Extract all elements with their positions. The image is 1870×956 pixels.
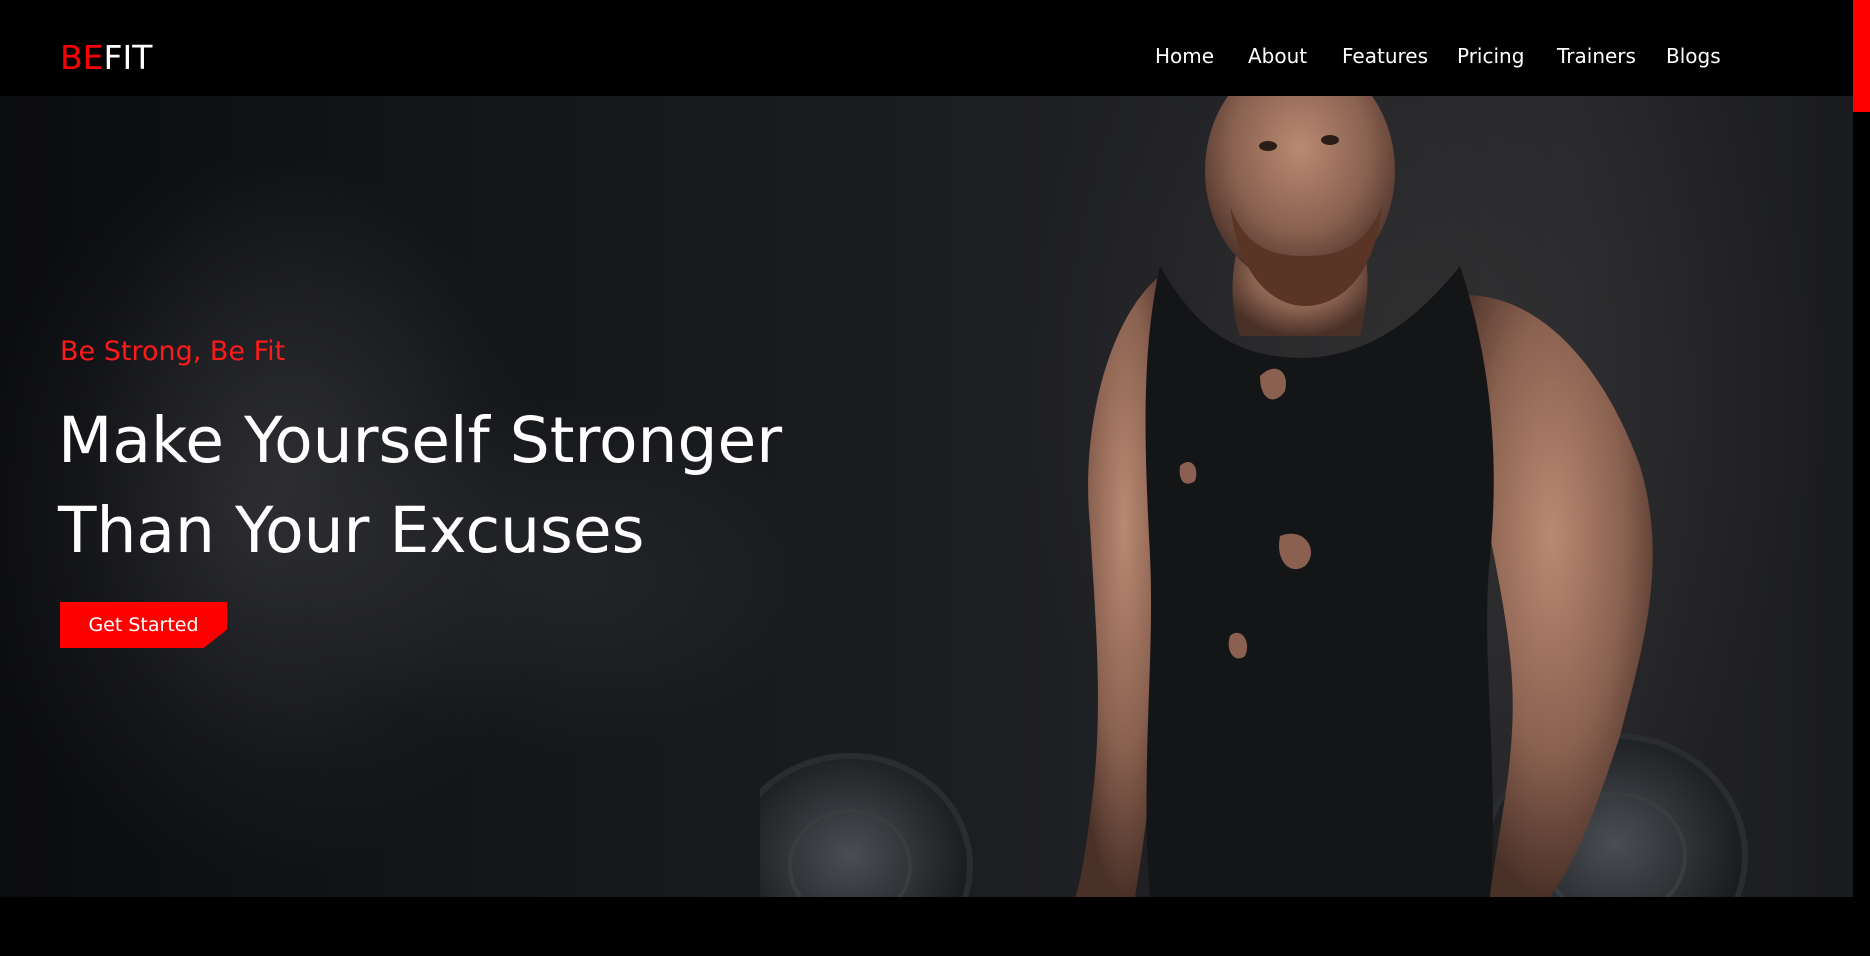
hero-headline-line1: Make Yourself Stronger [58, 404, 783, 477]
nav-link-pricing[interactable]: Pricing [1457, 44, 1524, 68]
nav-link-about[interactable]: About [1248, 44, 1307, 68]
hero-image-athlete [760, 96, 1760, 897]
scrollbar-thumb[interactable] [1853, 0, 1870, 112]
main-nav: Home About Features Pricing Trainers Blo… [0, 44, 1853, 68]
get-started-button[interactable]: Get Started [60, 602, 227, 648]
hero-headline-line2: Than Your Excuses [58, 494, 645, 567]
page-scrollbar[interactable] [1853, 0, 1870, 956]
page: BEFIT Home About Features Pricing Traine… [0, 0, 1870, 956]
nav-link-home[interactable]: Home [1155, 44, 1214, 68]
hero-section: Be Strong, Be Fit Make Yourself Stronger… [0, 96, 1853, 897]
nav-link-blogs[interactable]: Blogs [1666, 44, 1721, 68]
hero-tagline: Be Strong, Be Fit [60, 336, 286, 367]
hero-headline: Make Yourself Stronger Than Your Excuses [58, 396, 818, 576]
navbar: BEFIT Home About Features Pricing Traine… [0, 0, 1853, 96]
bottom-band [0, 897, 1853, 956]
nav-link-trainers[interactable]: Trainers [1557, 44, 1636, 68]
nav-link-features[interactable]: Features [1342, 44, 1428, 68]
